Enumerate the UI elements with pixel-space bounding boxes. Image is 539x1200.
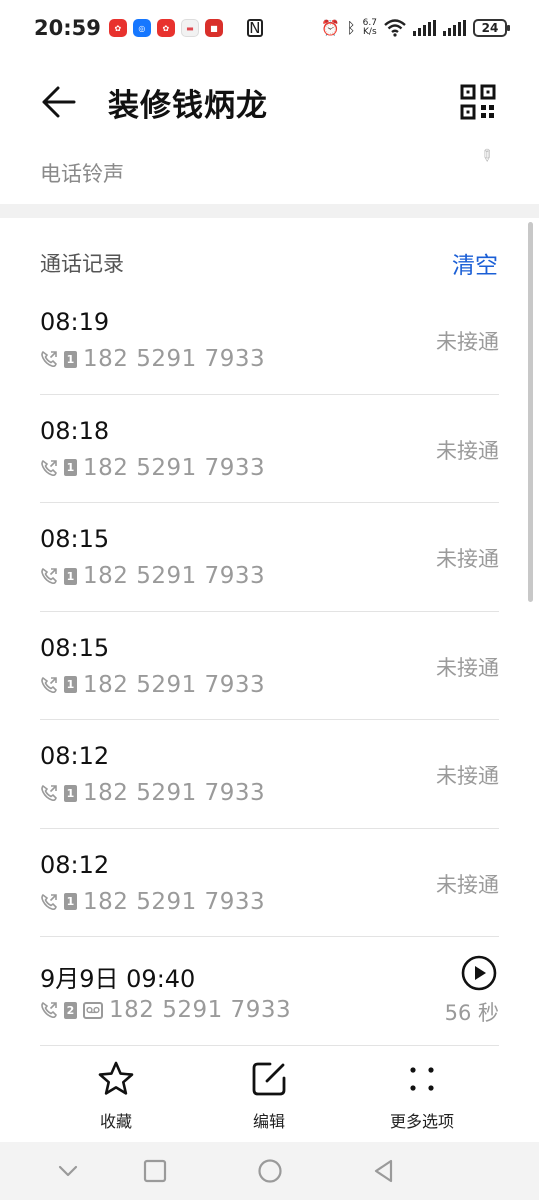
call-detail: 1 182 5291 7933	[40, 889, 265, 915]
sim-card-icon: 1	[64, 459, 77, 476]
phone-number: 182 5291 7933	[83, 888, 266, 915]
outgoing-call-icon	[41, 350, 57, 368]
contact-header: 装修钱炳龙	[0, 64, 539, 140]
call-log-list: 08:19 1 182 5291 7933 未接通 08:18 1 182 52…	[40, 286, 499, 1046]
call-log-header: 通话记录 清空	[0, 236, 539, 288]
call-status: 未接通	[436, 547, 499, 571]
call-status: 未接通	[436, 764, 499, 788]
outgoing-call-icon	[41, 784, 57, 802]
phone-number: 182 5291 7933	[109, 997, 292, 1023]
system-navigation-bar	[0, 1142, 539, 1200]
pinduoduo-icon: ✿	[108, 19, 127, 37]
sim-card-icon: 1	[64, 893, 77, 910]
chevron-down-icon[interactable]	[55, 1158, 81, 1184]
ringtone-label: 电话铃声	[40, 162, 124, 186]
bluetooth-icon: ᛒ	[346, 19, 356, 37]
call-time: 08:12	[40, 850, 110, 879]
call-entry[interactable]: 08:15 1 182 5291 7933 未接通	[40, 612, 499, 720]
outgoing-call-icon	[41, 459, 57, 476]
wifi-icon	[384, 19, 406, 37]
recording-icon	[83, 1001, 103, 1019]
more-dots-icon	[410, 1067, 434, 1091]
phone-number: 182 5291 7933	[83, 346, 266, 372]
phone-number: 182 5291 7933	[83, 780, 266, 806]
call-entry[interactable]: 08:15 1 182 5291 7933 未接通	[40, 503, 499, 612]
star-icon	[98, 1061, 134, 1095]
call-time: 08:15	[40, 525, 110, 553]
alarm-icon: ⏰	[320, 19, 340, 37]
clear-button[interactable]: 清空	[452, 246, 498, 280]
call-duration: 56 秒	[444, 1001, 499, 1025]
call-detail: 1 182 5291 7933	[40, 455, 265, 481]
ringtone-row[interactable]: 电话铃声 ✎	[0, 140, 539, 202]
call-entry[interactable]: 08:18 1 182 5291 7933 未接通	[40, 395, 499, 503]
phone-number: 182 5291 7933	[83, 454, 266, 481]
back-button[interactable]	[38, 82, 78, 122]
back-nav-icon[interactable]	[371, 1158, 397, 1184]
status-bar: 20:59 ✿ ◎ ✿ ▬ ■ N ⏰ ᛒ 6.7 K/s 24	[0, 0, 539, 56]
call-time: 08:15	[40, 633, 110, 662]
edit-label: 编辑	[252, 1112, 285, 1131]
call-entry[interactable]: 08:19 1 182 5291 7933 未接通	[40, 286, 499, 395]
outgoing-call-icon	[41, 567, 57, 585]
recent-apps-icon[interactable]	[142, 1158, 168, 1184]
signal-icon-sim1	[413, 20, 436, 36]
call-status: 未接通	[436, 438, 499, 463]
edit-button[interactable]: 编辑	[209, 1060, 329, 1140]
call-time: 08:12	[40, 742, 110, 770]
more-options-label: 更多选项	[389, 1112, 454, 1131]
favorite-label: 收藏	[99, 1112, 132, 1131]
sim-card-icon: 1	[64, 350, 77, 368]
phone-number: 182 5291 7933	[83, 671, 266, 698]
call-log-title: 通话记录	[40, 252, 124, 276]
outgoing-call-icon	[41, 1001, 57, 1019]
more-options-button[interactable]: 更多选项	[362, 1060, 482, 1140]
call-status: 未接通	[436, 872, 499, 897]
call-detail: 1 182 5291 7933	[40, 780, 265, 806]
bottom-action-bar: 收藏 编辑 更多选项	[0, 1052, 539, 1142]
call-detail: 1 182 5291 7933	[40, 346, 265, 372]
outgoing-call-icon	[41, 676, 57, 693]
call-time: 08:19	[40, 308, 110, 336]
phone-number: 182 5291 7933	[83, 563, 266, 589]
outgoing-call-icon	[41, 893, 57, 910]
edit-icon	[252, 1062, 286, 1096]
home-icon[interactable]	[257, 1158, 283, 1184]
sim-card-icon: 1	[64, 676, 77, 693]
network-speed: 6.7 K/s	[362, 18, 377, 37]
notification-icons: ✿ ◎ ✿ ▬ ■	[108, 19, 223, 37]
scrollbar[interactable]	[528, 222, 533, 602]
pinduoduo-icon-2: ✿	[156, 19, 175, 37]
call-entry[interactable]: 08:12 1 182 5291 7933 未接通	[40, 829, 499, 937]
call-detail: 1 182 5291 7933	[40, 672, 265, 698]
call-entry[interactable]: 9月9日 09:40 2 182 5291 7933 56 秒	[40, 937, 499, 1046]
battery-indicator: 24	[473, 19, 510, 37]
favorite-button[interactable]: 收藏	[56, 1060, 176, 1140]
qr-code-icon[interactable]	[460, 84, 496, 120]
nfc-icon: N	[246, 19, 263, 37]
call-time: 08:18	[40, 416, 110, 445]
status-time: 20:59	[34, 16, 101, 40]
alipay-like-icon: ◎	[132, 19, 151, 37]
pencil-icon: ✎	[475, 144, 499, 167]
call-entry[interactable]: 08:12 1 182 5291 7933 未接通	[40, 720, 499, 829]
sim-card-icon: 2	[64, 1001, 77, 1019]
call-status: 未接通	[436, 655, 499, 680]
signal-icon-sim2	[443, 20, 466, 36]
sim-card-icon: 1	[64, 567, 77, 585]
play-recording-icon[interactable]	[461, 955, 497, 991]
sim-card-icon: 1	[64, 784, 77, 802]
news-icon: ■	[204, 19, 223, 37]
section-divider	[0, 204, 539, 218]
call-time: 9月9日 09:40	[40, 965, 196, 993]
call-detail: 1 182 5291 7933	[40, 563, 265, 589]
call-detail: 2 182 5291 7933	[40, 997, 291, 1023]
message-icon: ▬	[180, 19, 199, 37]
call-status: 未接通	[436, 330, 499, 354]
page-title: 装修钱炳龙	[108, 88, 268, 124]
